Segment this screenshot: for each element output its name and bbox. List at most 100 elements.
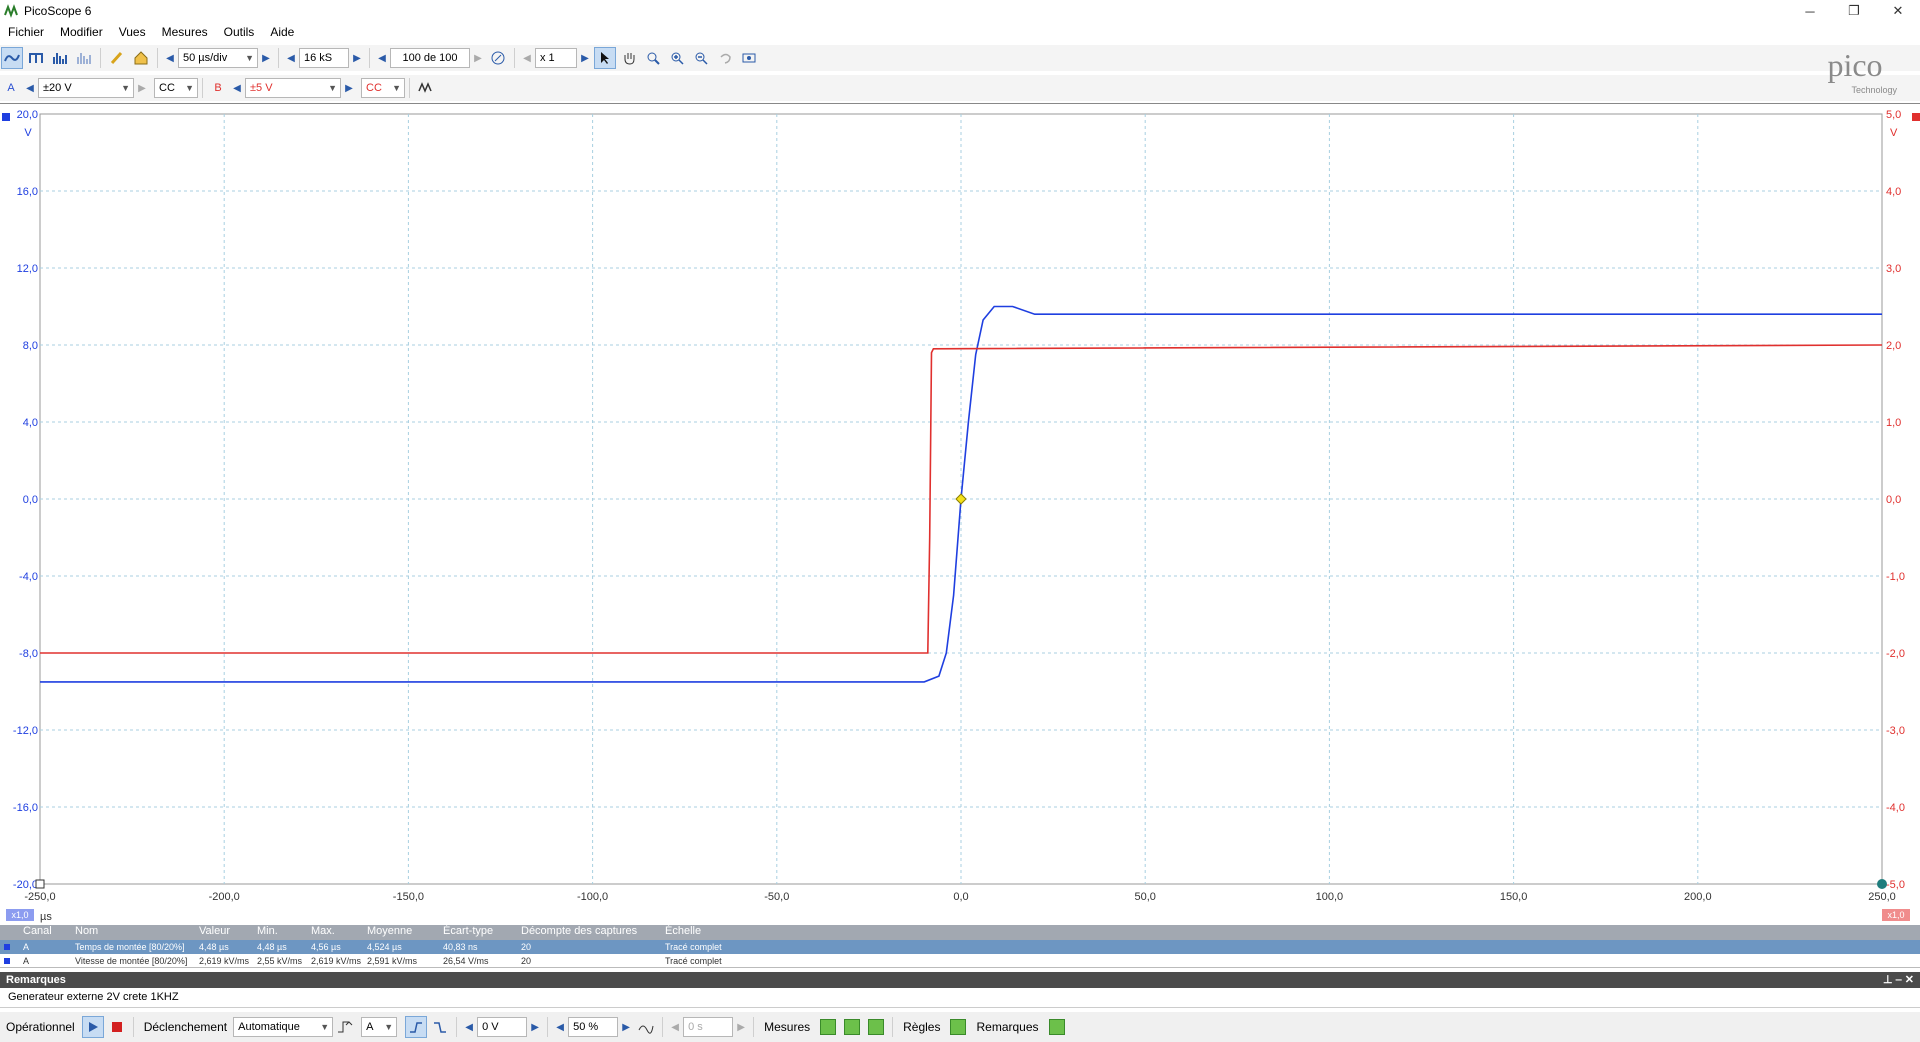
channel-a-axis-marker[interactable] <box>2 113 10 121</box>
delete-measure-button[interactable] <box>868 1019 885 1035</box>
channel-a-options-button[interactable]: A <box>1 77 21 99</box>
menu-mesures[interactable]: Mesures <box>154 25 216 39</box>
table-row[interactable]: A Temps de montée [80/20%] 4,48 µs 4,48 µs 4… <box>0 940 1920 954</box>
samples-next-arrow-icon[interactable]: ▶ <box>349 47 365 69</box>
scope-view[interactable]: -250,0 -200,0 -150,0 -100,0 -50,0 0,0 50,0 100,… <box>0 103 1920 925</box>
add-measure-button[interactable] <box>820 1019 837 1035</box>
captures-field[interactable]: 100 de 100 <box>390 48 470 68</box>
trigger-level-field[interactable]: 0 V <box>477 1017 528 1037</box>
range-a-next-arrow-icon[interactable]: ▶ <box>134 77 150 99</box>
captures-prev-arrow-icon[interactable]: ◀ <box>374 47 390 69</box>
select-tool-button[interactable] <box>594 47 616 69</box>
trigger-source-select[interactable]: A ▼ <box>361 1017 398 1037</box>
channel-b-axis-marker[interactable] <box>1912 113 1920 121</box>
y-left-tick-label: -8,0 <box>19 648 38 660</box>
persistence-mode-button[interactable] <box>25 47 47 69</box>
channel-a-range-select[interactable]: ±20 V ▼ <box>38 78 134 98</box>
column-header[interactable]: Nom <box>72 925 98 937</box>
toolbar-separator <box>157 48 158 68</box>
samples-prev-arrow-icon[interactable]: ◀ <box>283 47 299 69</box>
signal-ruler-handle[interactable] <box>1877 879 1887 889</box>
zoom-out-button[interactable] <box>690 47 712 69</box>
post-trigger-delay-button[interactable] <box>635 1016 657 1038</box>
range-b-next-arrow-icon[interactable]: ▶ <box>341 77 357 99</box>
restore-button[interactable]: ❐ <box>1832 0 1876 22</box>
logo-subtext: Technology <box>1851 85 1897 95</box>
notes-toggle-button[interactable] <box>1048 1019 1065 1035</box>
menu-fichier[interactable]: Fichier <box>0 25 52 39</box>
trigger-mode-select[interactable]: Automatique ▼ <box>233 1017 334 1037</box>
zoom-overview-button[interactable] <box>738 47 760 69</box>
column-header[interactable]: Échelle <box>662 925 701 937</box>
column-header[interactable]: Canal <box>20 925 52 937</box>
channel-b-options-button[interactable]: B <box>208 77 228 99</box>
remarks-textbox[interactable]: Generateur externe 2V crete 1KHZ <box>0 988 1920 1008</box>
table-cell: 2,55 kV/ms <box>257 956 303 966</box>
rulers-settings-button[interactable] <box>950 1019 967 1035</box>
edit-measure-button[interactable] <box>844 1019 861 1035</box>
zoom-prev-arrow-icon[interactable]: ◀ <box>519 47 535 69</box>
y-left-tick-label: 12,0 <box>17 263 38 275</box>
table-row[interactable]: A Vitesse de montée [80/20%] 2,619 kV/ms 2,… <box>0 954 1920 968</box>
buffer-navigator-button[interactable] <box>487 47 509 69</box>
zoom-area-button[interactable] <box>642 47 664 69</box>
menu-modifier[interactable]: Modifier <box>52 25 111 39</box>
remarks-pin-close-icon[interactable]: ⊥ ‒ ✕ <box>1883 972 1914 988</box>
spectrum-mode-button[interactable] <box>49 47 71 69</box>
math-wave-icon <box>418 82 432 93</box>
delay-field[interactable]: 0 s <box>683 1017 734 1037</box>
zoom-in-button[interactable] <box>666 47 688 69</box>
delay-prev-arrow-icon[interactable]: ◀ <box>667 1016 683 1038</box>
timebase-select[interactable]: 50 µs/div ▼ <box>178 48 258 68</box>
zoom-next-arrow-icon[interactable]: ▶ <box>577 47 593 69</box>
pretrigger-field[interactable]: 50 % <box>568 1017 619 1037</box>
samples-field[interactable]: 16 kS <box>299 48 349 68</box>
math-channels-button[interactable] <box>415 77 437 99</box>
hand-tool-button[interactable] <box>618 47 640 69</box>
column-header[interactable]: Décompte des captures <box>518 925 637 937</box>
rising-edge-button[interactable] <box>405 1016 428 1038</box>
start-button[interactable] <box>81 1016 104 1038</box>
trigger-level-next-arrow-icon[interactable]: ▶ <box>527 1016 543 1038</box>
column-header[interactable]: Moyenne <box>364 925 412 937</box>
stop-button[interactable] <box>106 1016 128 1038</box>
column-header[interactable]: Valeur <box>196 925 230 937</box>
scope-mode-button[interactable] <box>1 47 23 69</box>
y-left-tick-label: -12,0 <box>13 725 38 737</box>
timebase-next-arrow-icon[interactable]: ▶ <box>258 47 274 69</box>
time-ruler-handle[interactable] <box>35 879 45 889</box>
x-unit-label: µs <box>40 911 52 923</box>
channel-b-range-select[interactable]: ±5 V ▼ <box>245 78 341 98</box>
captures-next-arrow-icon[interactable]: ▶ <box>470 47 486 69</box>
column-header[interactable]: Max. <box>308 925 335 937</box>
y-right-tick-label: -3,0 <box>1886 725 1905 737</box>
column-header[interactable]: Min. <box>254 925 278 937</box>
scope-graph[interactable]: -250,0 -200,0 -150,0 -100,0 -50,0 0,0 50,0 100,… <box>0 104 1920 926</box>
probe-button[interactable] <box>106 47 128 69</box>
minimize-button[interactable]: ─ <box>1788 0 1832 22</box>
advanced-trigger-button[interactable] <box>334 1016 356 1038</box>
undo-zoom-button[interactable] <box>714 47 736 69</box>
scope-mode-icon <box>4 54 20 62</box>
column-header[interactable]: Écart-type <box>440 925 493 937</box>
range-b-prev-arrow-icon[interactable]: ◀ <box>229 77 245 99</box>
pretrigger-next-arrow-icon[interactable]: ▶ <box>618 1016 634 1038</box>
trigger-level-prev-arrow-icon[interactable]: ◀ <box>461 1016 477 1038</box>
y-right-tick-label: -2,0 <box>1886 648 1905 660</box>
channel-a-range: ±20 V <box>43 82 72 94</box>
menu-outils[interactable]: Outils <box>216 25 263 39</box>
delay-next-arrow-icon[interactable]: ▶ <box>733 1016 749 1038</box>
menu-aide[interactable]: Aide <box>262 25 302 39</box>
zoom-field[interactable]: x 1 <box>535 48 577 68</box>
home-button[interactable] <box>130 47 152 69</box>
timebase-prev-arrow-icon[interactable]: ◀ <box>162 47 178 69</box>
close-button[interactable]: ✕ <box>1876 0 1920 22</box>
menu-vues[interactable]: Vues <box>111 25 154 39</box>
channel-a-coupling-select[interactable]: CC ▼ <box>154 78 198 98</box>
channel-b-coupling-select[interactable]: CC ▼ <box>361 78 405 98</box>
pretrigger-prev-arrow-icon[interactable]: ◀ <box>552 1016 568 1038</box>
falling-edge-button[interactable] <box>429 1016 451 1038</box>
range-a-prev-arrow-icon[interactable]: ◀ <box>22 77 38 99</box>
zoom-area-icon <box>647 52 660 65</box>
spectrum-persist-button[interactable] <box>73 47 95 69</box>
